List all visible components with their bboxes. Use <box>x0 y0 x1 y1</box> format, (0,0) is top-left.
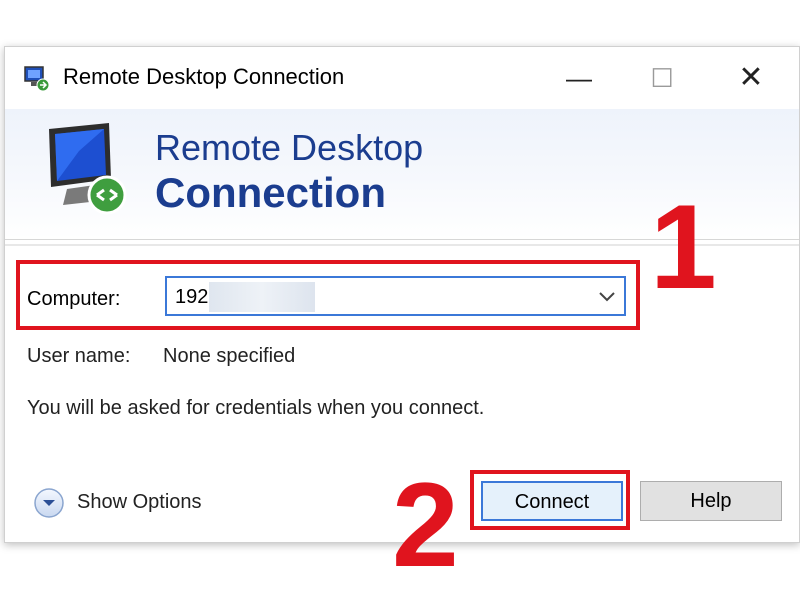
annotation-number-2: 2 <box>392 458 459 592</box>
maximize-button[interactable]: ☐ <box>632 55 692 101</box>
annotation-box-step2 <box>470 470 630 530</box>
minimize-button[interactable]: — <box>549 55 609 101</box>
annotation-number-1: 1 <box>650 180 717 314</box>
help-button[interactable]: Help <box>640 481 782 521</box>
banner-title-line1: Remote Desktop <box>155 127 424 168</box>
annotation-box-step1 <box>16 260 640 330</box>
remote-desktop-icon <box>24 66 50 92</box>
username-value: None specified <box>163 345 296 367</box>
credentials-hint: You will be asked for credentials when y… <box>27 397 485 419</box>
username-label: User name: <box>27 345 131 367</box>
banner-title-line2: Connection <box>155 169 386 216</box>
monitor-icon <box>49 123 127 215</box>
close-button[interactable]: ✕ <box>721 55 781 101</box>
title-bar: Remote Desktop Connection — ☐ ✕ <box>5 47 799 109</box>
window-title: Remote Desktop Connection <box>63 64 345 89</box>
show-options-button[interactable]: Show Options <box>77 491 202 514</box>
expand-options-icon[interactable] <box>33 487 65 519</box>
